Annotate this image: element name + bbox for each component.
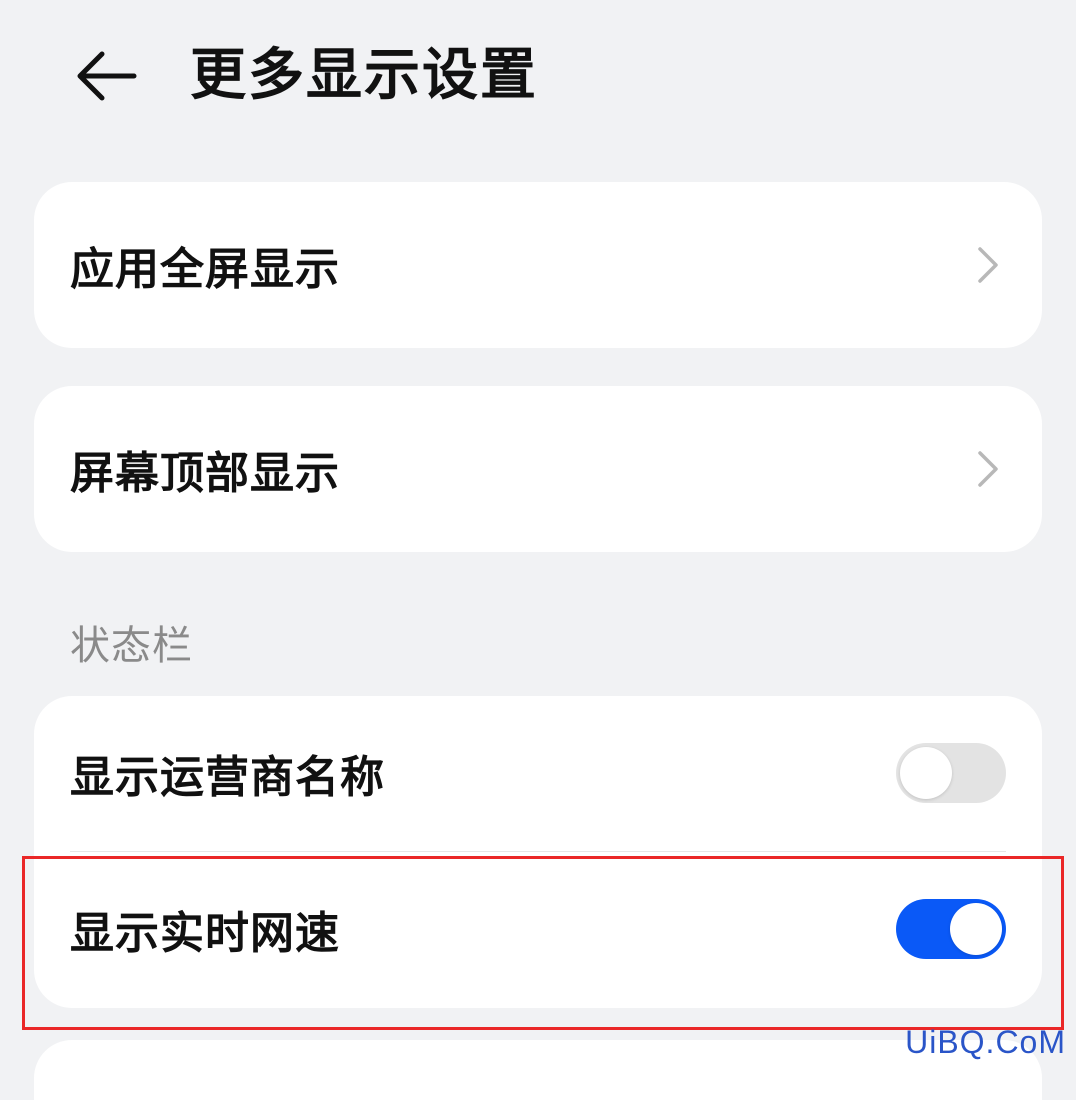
realtime-speed-row: 显示实时网速 <box>34 852 1042 1006</box>
carrier-name-row: 显示运营商名称 <box>34 696 1042 850</box>
full-screen-apps-label: 应用全屏显示 <box>70 244 340 295</box>
next-card-edge <box>34 1040 1042 1100</box>
toggle-knob <box>950 903 1002 955</box>
section-header-status-bar: 状态栏 <box>70 623 193 669</box>
title-bar: 更多显示设置 <box>0 0 1076 150</box>
carrier-name-label: 显示运营商名称 <box>70 752 385 803</box>
screen-top-display-label: 屏幕顶部显示 <box>70 448 340 499</box>
toggle-knob <box>900 747 952 799</box>
chevron-right-icon <box>974 242 1002 288</box>
realtime-speed-label: 显示实时网速 <box>70 908 340 959</box>
realtime-speed-toggle[interactable] <box>896 899 1006 959</box>
full-screen-apps-item[interactable]: 应用全屏显示 <box>34 182 1042 348</box>
watermark: UiBQ.CoM <box>905 1024 1066 1060</box>
page-title: 更多显示设置 <box>190 43 538 108</box>
back-button[interactable] <box>64 38 148 114</box>
arrow-left-icon <box>77 51 137 101</box>
screen-top-display-item[interactable]: 屏幕顶部显示 <box>34 386 1042 552</box>
carrier-name-toggle[interactable] <box>896 743 1006 803</box>
chevron-right-icon <box>974 446 1002 492</box>
status-bar-card: 显示运营商名称 显示实时网速 <box>34 696 1042 1008</box>
